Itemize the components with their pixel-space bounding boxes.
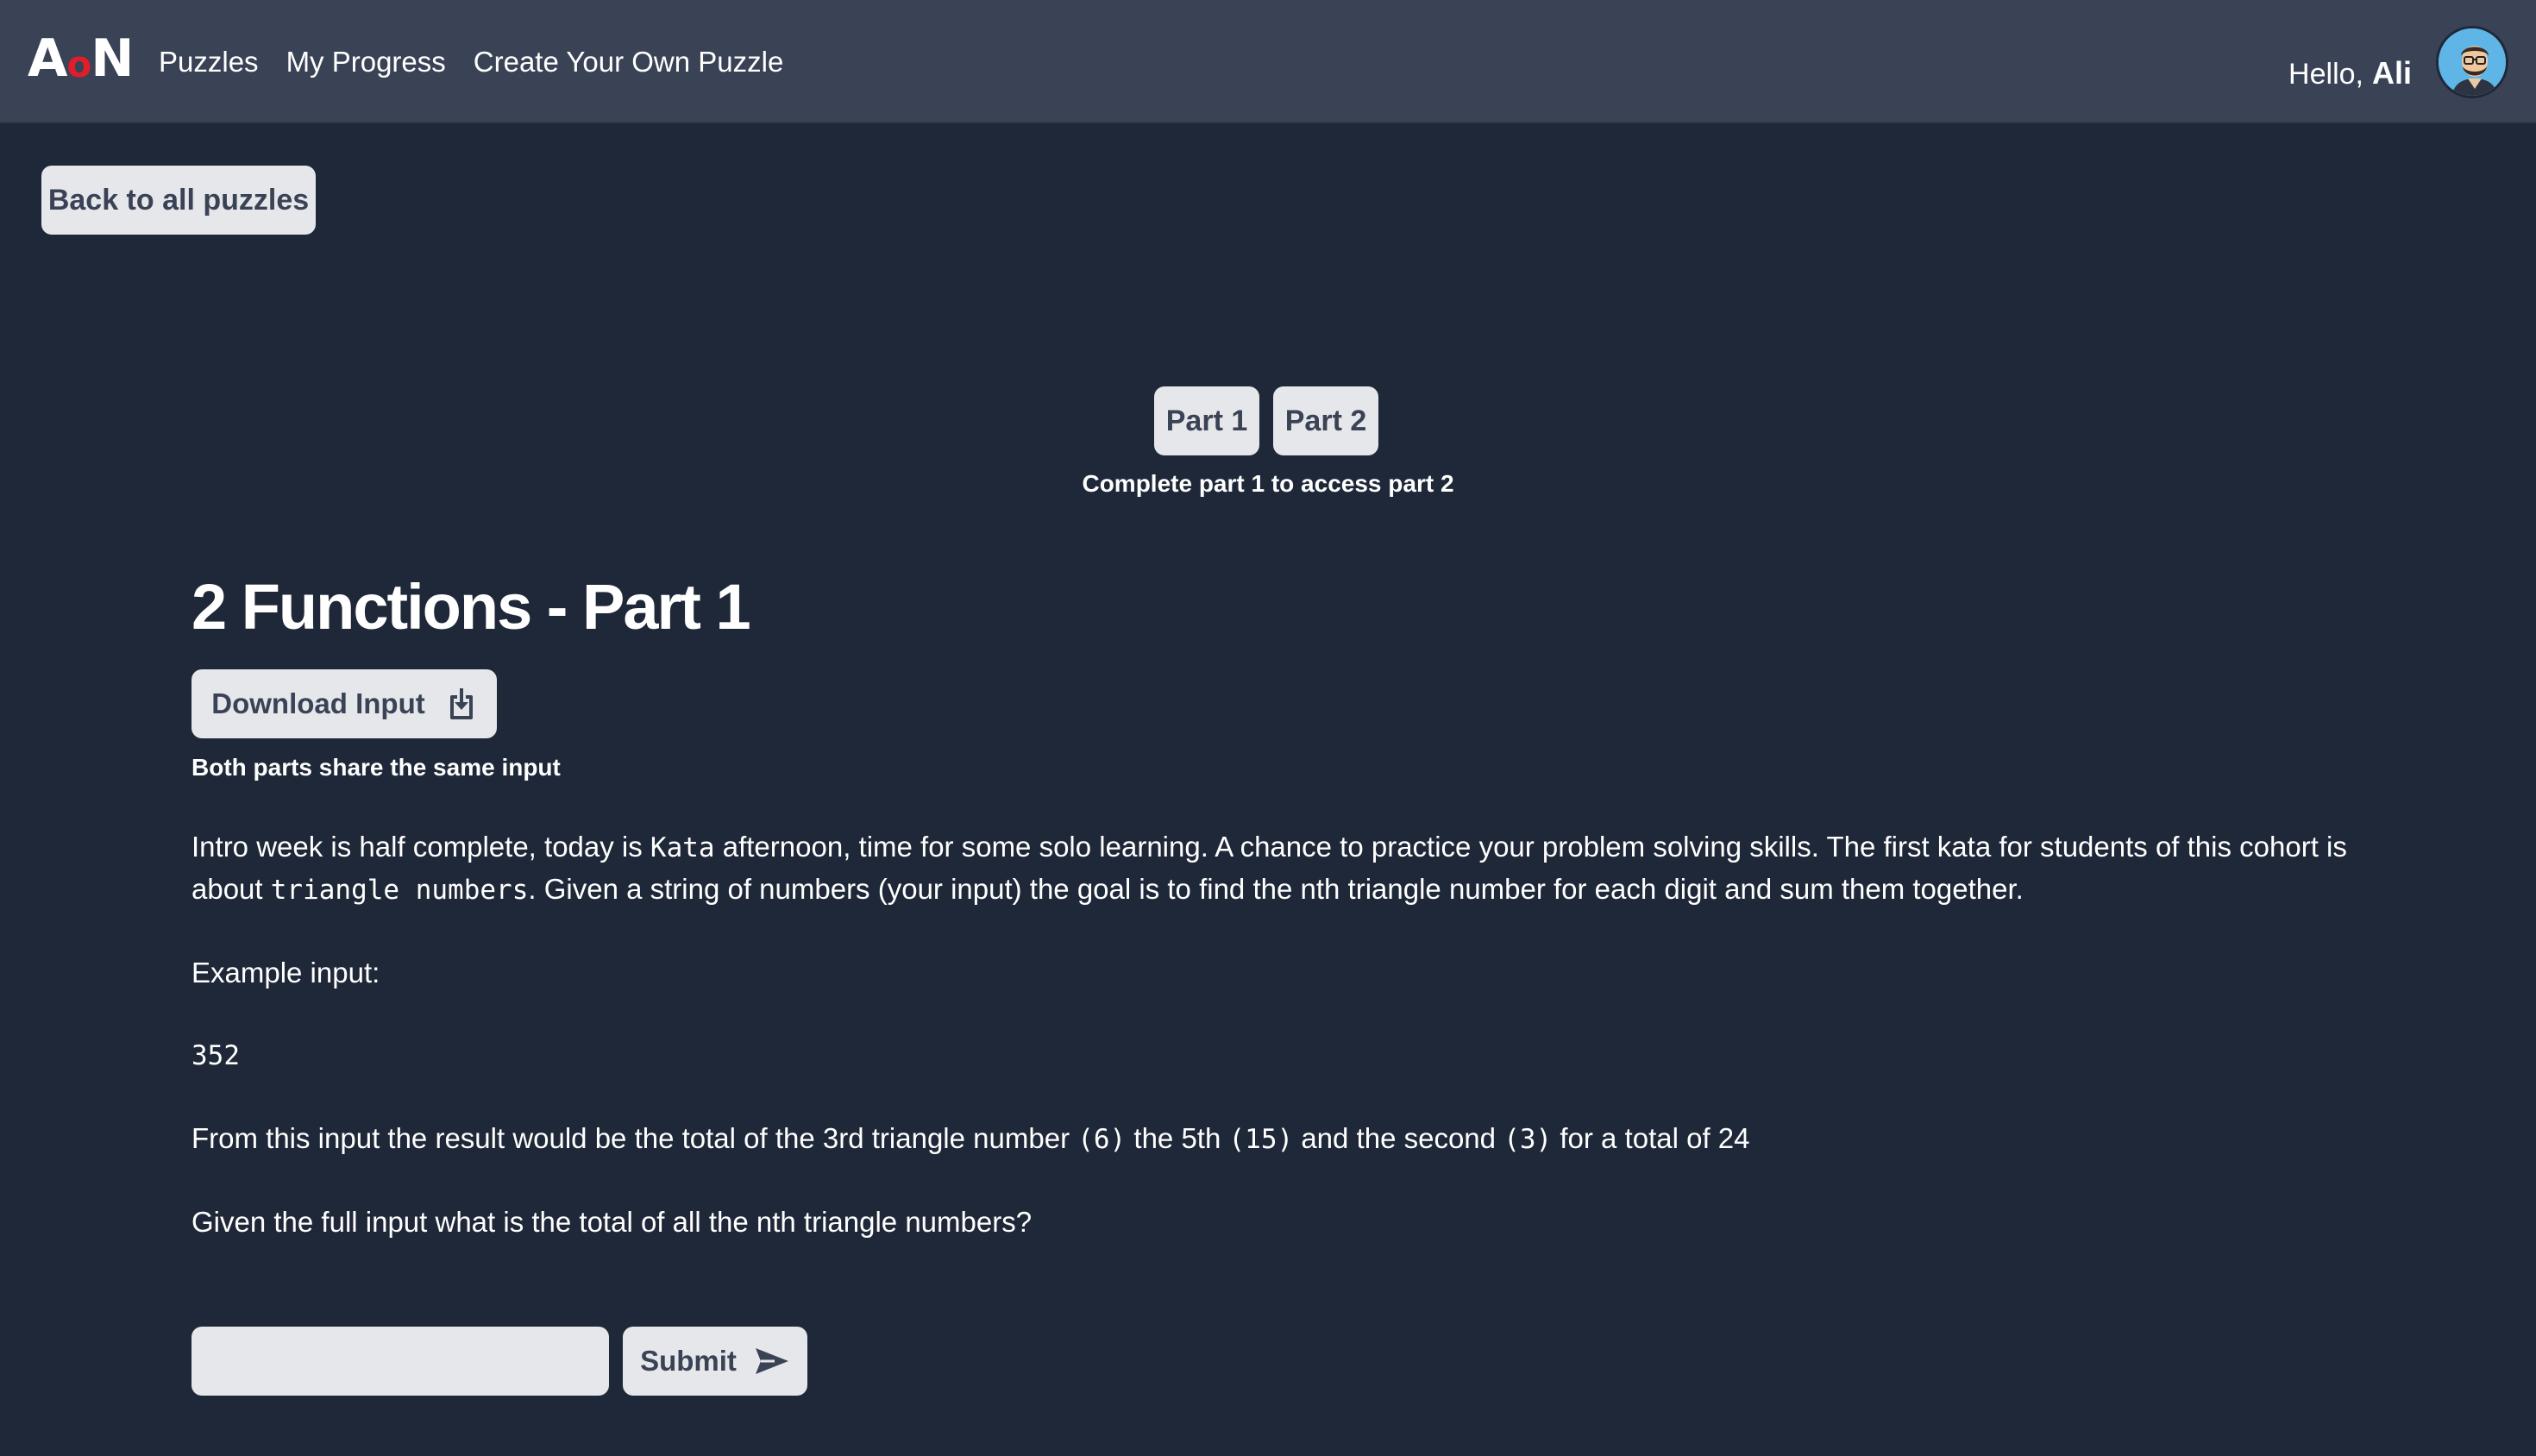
example-explanation: From this input the result would be the … (191, 1118, 2400, 1160)
greeting-text: Hello, (2288, 58, 2363, 91)
nav-my-progress[interactable]: My Progress (286, 41, 446, 83)
username: Ali (2371, 55, 2412, 91)
explanation-text-2: the 5th (1126, 1122, 1229, 1154)
explanation-text-4: for a total of 24 (1552, 1122, 1750, 1154)
download-input-label: Download Input (211, 687, 425, 719)
example-label: Example input: (191, 957, 380, 988)
code-15: (15) (1228, 1124, 1294, 1155)
logo-letter-a: A (28, 28, 67, 89)
top-navbar: AoN Puzzles My Progress Create Your Own … (0, 0, 2536, 123)
logo-letter-n: N (91, 28, 134, 89)
intro-text-1: Intro week is half complete, today is (191, 831, 650, 863)
download-input-button[interactable]: Download Input (191, 669, 497, 738)
submit-label: Submit (640, 1345, 737, 1377)
page-title: 2 Functions - Part 1 (191, 571, 751, 643)
code-kata: Kata (650, 832, 715, 863)
parts-lock-note: Complete part 1 to access part 2 (1082, 470, 1454, 497)
avatar-icon (2439, 28, 2506, 96)
puzzle-question: Given the full input what is the total o… (191, 1206, 1033, 1238)
intro-paragraph: Intro week is half complete, today is Ka… (191, 826, 2400, 911)
submit-button[interactable]: Submit (623, 1327, 807, 1396)
download-icon (449, 688, 473, 719)
nav-puzzles[interactable]: Puzzles (159, 41, 259, 83)
explanation-text-3: and the second (1293, 1122, 1504, 1154)
explanation-text-1: From this input the result would be the … (191, 1122, 1078, 1154)
send-icon (755, 1348, 788, 1374)
shared-input-note: Both parts share the same input (191, 754, 561, 781)
logo-letter-o: o (66, 43, 91, 85)
answer-input[interactable] (191, 1327, 609, 1396)
code-3: (3) (1503, 1124, 1553, 1155)
user-greeting: Hello, Ali (2288, 52, 2412, 96)
puzzle-description: Intro week is half complete, today is Ka… (191, 826, 2400, 1284)
back-to-puzzles-button[interactable]: Back to all puzzles (41, 166, 316, 235)
tab-part-2[interactable]: Part 2 (1273, 386, 1378, 455)
avatar[interactable] (2436, 26, 2508, 98)
part-tabs: Part 1 Part 2 (1154, 386, 1378, 455)
code-triangle-numbers: triangle numbers (270, 875, 529, 906)
main-nav: Puzzles My Progress Create Your Own Puzz… (159, 41, 783, 83)
aon-logo[interactable]: AoN (28, 28, 135, 89)
nav-create-puzzle[interactable]: Create Your Own Puzzle (474, 41, 784, 83)
tab-part-1[interactable]: Part 1 (1154, 386, 1259, 455)
intro-text-3: . Given a string of numbers (your input)… (528, 873, 2024, 905)
code-6: (6) (1077, 1124, 1127, 1155)
example-input-value: 352 (191, 1040, 240, 1071)
